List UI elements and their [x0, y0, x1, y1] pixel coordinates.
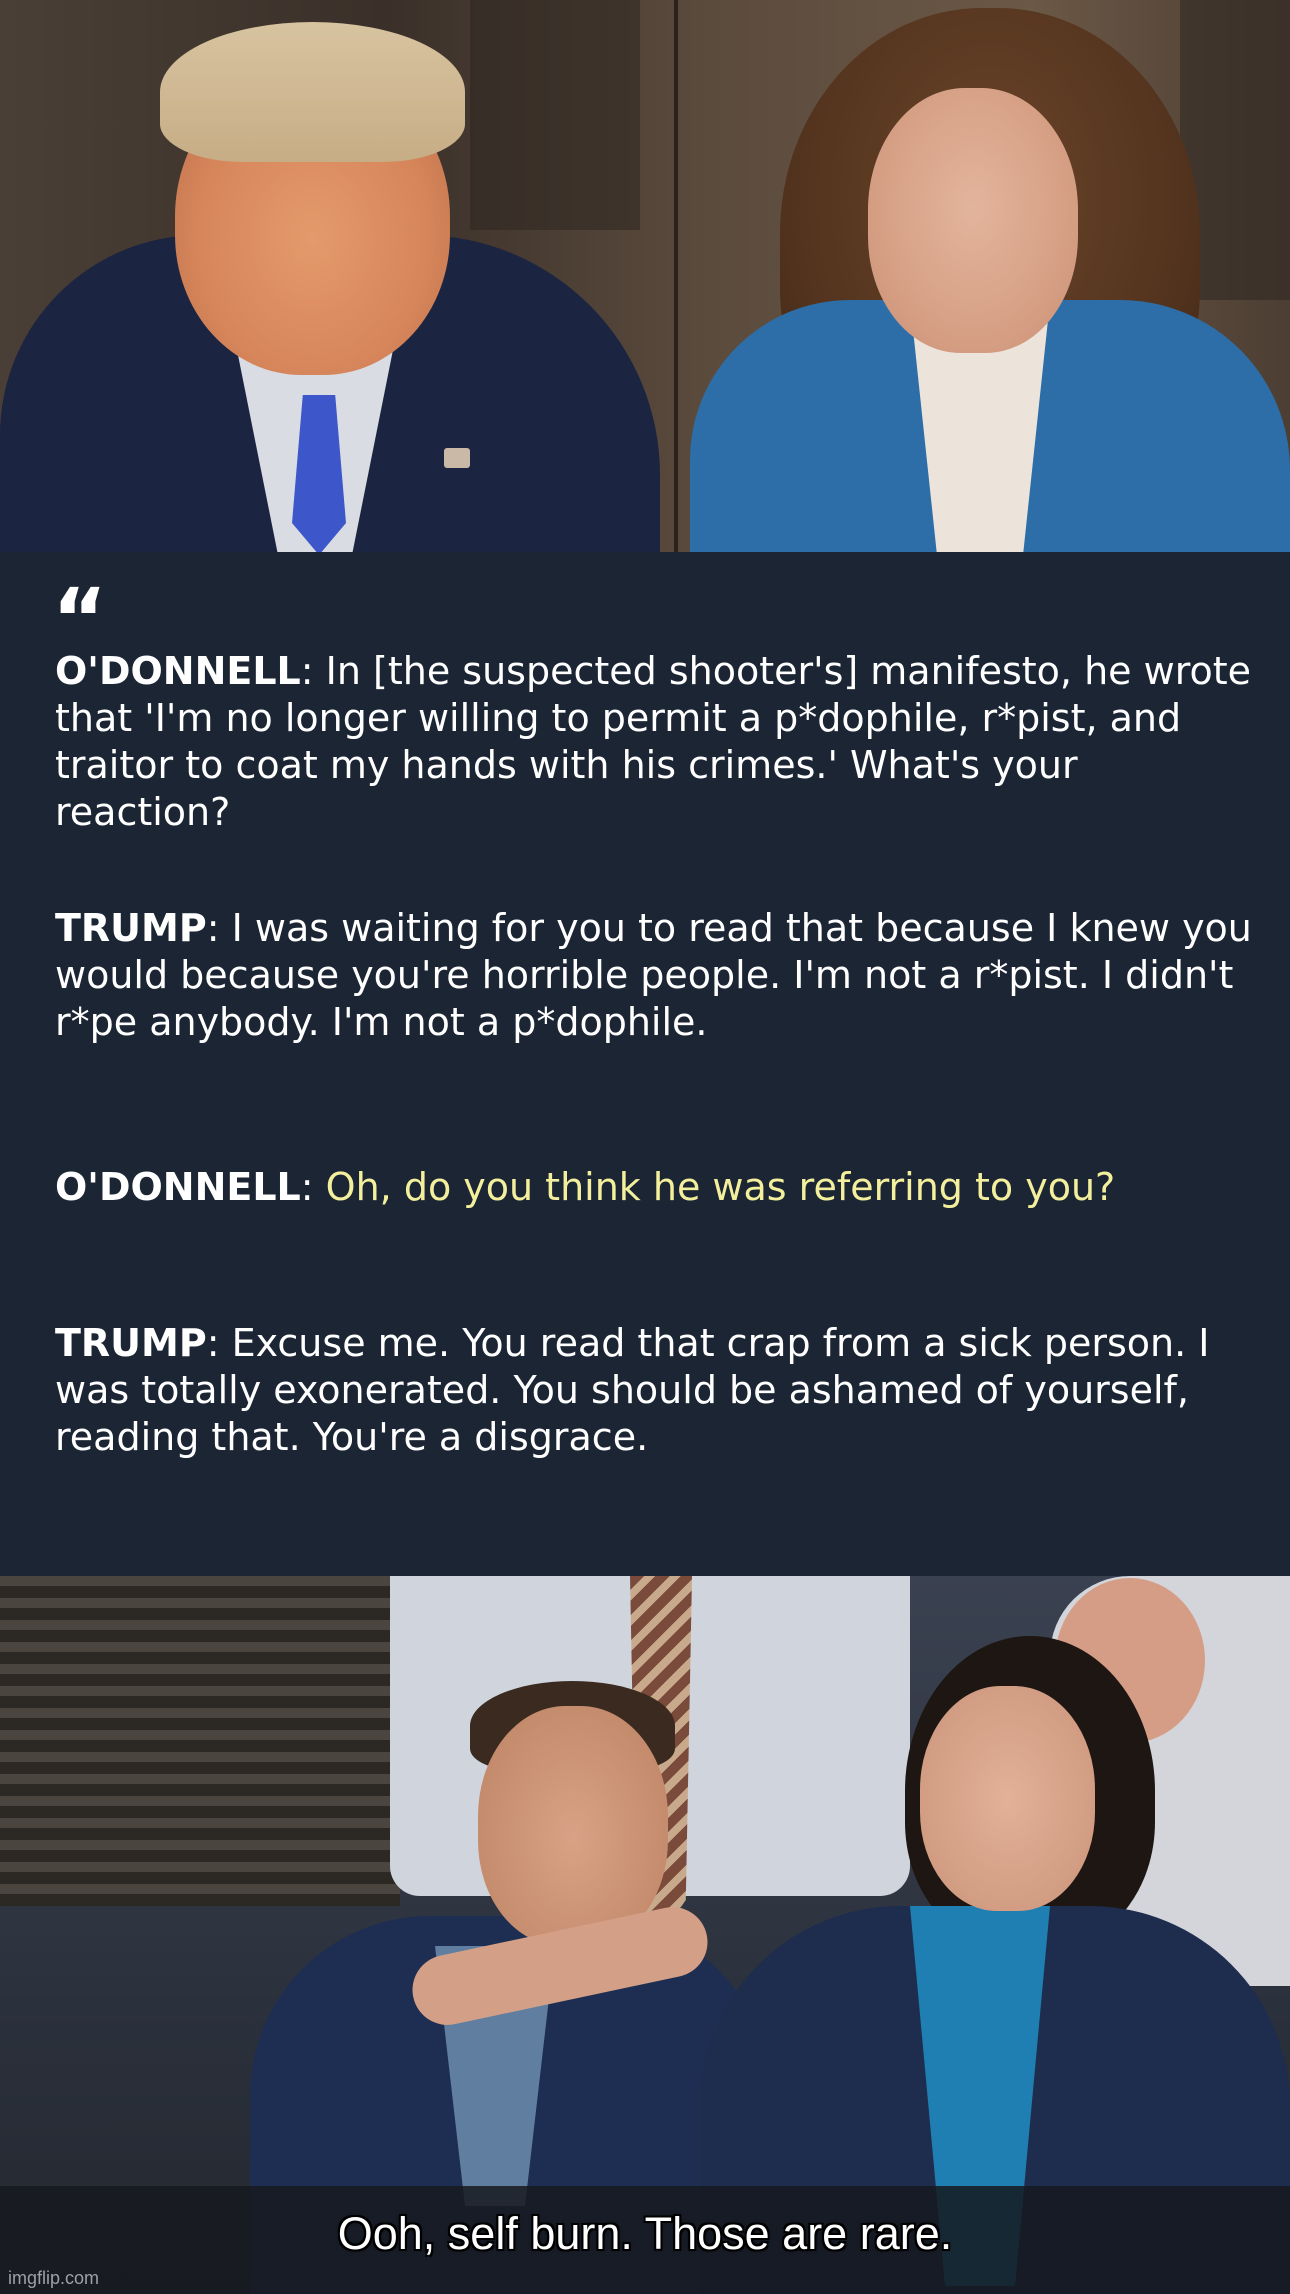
woman-face	[920, 1686, 1095, 1911]
quote-panel: “ O'DONNELL: In [the suspected shooter's…	[0, 552, 1290, 1576]
interview-photo	[0, 0, 1290, 552]
speaker-label: TRUMP	[55, 1321, 207, 1365]
speaker-label: O'DONNELL	[55, 1165, 301, 1209]
meme-photo: Ooh, self burn. Those are rare. imgflip.…	[0, 1576, 1290, 2294]
meme-caption: Ooh, self burn. Those are rare.	[337, 2208, 953, 2259]
trump-hair	[160, 22, 465, 162]
photo-divider	[674, 0, 678, 552]
speaker-label: O'DONNELL	[55, 649, 301, 693]
exchange-trump-2: TRUMP: Excuse me. You read that crap fro…	[55, 1320, 1255, 1461]
exchange-odonnell-2: O'DONNELL: Oh, do you think he was refer…	[55, 1164, 1255, 1211]
pointing-man-face	[478, 1706, 668, 1946]
odonnell-face	[868, 88, 1078, 353]
window-blinds	[0, 1576, 400, 1906]
exchange-text: : Excuse me. You read that crap from a s…	[55, 1321, 1210, 1459]
exchange-text: :	[300, 1165, 326, 1209]
highlighted-question: Oh, do you think he was referring to you…	[325, 1165, 1116, 1209]
background-shelf	[470, 0, 640, 230]
watermark: imgflip.com	[8, 2268, 100, 2288]
exchange-text: : I was waiting for you to read that bec…	[55, 906, 1252, 1044]
exchange-odonnell-1: O'DONNELL: In [the suspected shooter's] …	[55, 648, 1255, 836]
flag-pin-icon	[444, 448, 470, 468]
exchange-trump-1: TRUMP: I was waiting for you to read tha…	[55, 905, 1255, 1046]
speaker-label: TRUMP	[55, 906, 207, 950]
